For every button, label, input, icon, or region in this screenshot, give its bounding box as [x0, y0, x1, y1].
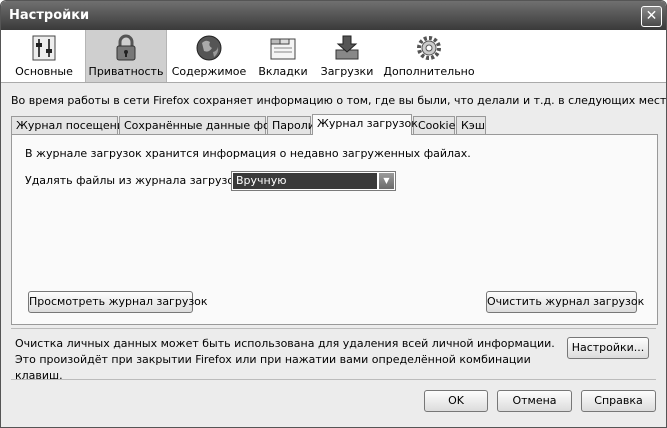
chevron-down-icon: ▼	[379, 173, 394, 189]
toolbar-label-general: Основные	[15, 65, 73, 78]
toolbar-label-advanced: Дополнительно	[383, 65, 475, 78]
toolbar-label-tabs: Вкладки	[258, 65, 308, 78]
privacy-intro-text: Во время работы в сети Firefox сохраняет…	[11, 94, 667, 107]
toolbar-item-privacy[interactable]: Приватность	[85, 30, 167, 82]
separator	[11, 328, 656, 329]
downloads-icon	[335, 35, 359, 60]
cancel-button[interactable]: Отмена	[497, 390, 572, 412]
separator	[11, 379, 656, 380]
toolbar-label-downloads: Загрузки	[320, 65, 374, 78]
globe-icon	[196, 35, 222, 61]
tab-cookies[interactable]: Cookies	[413, 116, 461, 134]
tab-download-history[interactable]: Журнал загрузок	[312, 114, 418, 135]
close-button[interactable]: ✕	[641, 6, 662, 27]
ok-button[interactable]: OK	[424, 390, 488, 412]
preferences-window: Настройки ✕ Основные Приватность Содержи…	[0, 0, 667, 428]
clear-private-data-text: Очистка личных данных может быть использ…	[15, 337, 555, 382]
general-icon	[32, 35, 56, 61]
toolbar-item-advanced[interactable]: Дополнительно	[383, 30, 475, 82]
download-history-panel: В журнале загрузок хранится информация о…	[11, 134, 658, 325]
toolbar-item-general[interactable]: Основные	[9, 30, 79, 82]
view-download-history-button[interactable]: Просмотреть журнал загрузок	[28, 291, 208, 313]
delete-files-value: Вручную	[233, 173, 377, 189]
toolbar-label-content: Содержимое	[171, 65, 247, 78]
delete-files-select[interactable]: Вручную ▼	[231, 171, 396, 191]
toolbar-item-tabs[interactable]: Вкладки	[253, 30, 313, 82]
tab-cache[interactable]: Кэш	[456, 116, 486, 134]
toolbar-item-downloads[interactable]: Загрузки	[317, 30, 377, 82]
preferences-toolbar: Основные Приватность Содержимое Вкладки …	[1, 30, 666, 83]
toolbar-item-content[interactable]: Содержимое	[169, 30, 249, 82]
close-icon: ✕	[645, 8, 658, 24]
help-button[interactable]: Справка	[581, 390, 656, 412]
window-title: Настройки	[9, 8, 90, 23]
tab-saved-forms[interactable]: Сохранённые данные форм	[119, 116, 285, 134]
delete-files-label: Удалять файлы из журнала загрузок:	[25, 174, 245, 187]
lock-icon	[116, 34, 136, 61]
tab-history[interactable]: Журнал посещений	[11, 116, 131, 134]
title-bar: Настройки ✕	[1, 1, 666, 30]
panel-description: В журнале загрузок хранится информация о…	[25, 147, 471, 160]
clear-download-history-button[interactable]: Очистить журнал загрузок	[486, 291, 644, 313]
tab-passwords[interactable]: Пароли	[267, 116, 315, 134]
gear-icon	[417, 36, 441, 60]
clear-private-settings-button[interactable]: Настройки...	[567, 337, 649, 359]
toolbar-label-privacy: Приватность	[88, 65, 164, 78]
tabs-icon	[270, 38, 296, 60]
